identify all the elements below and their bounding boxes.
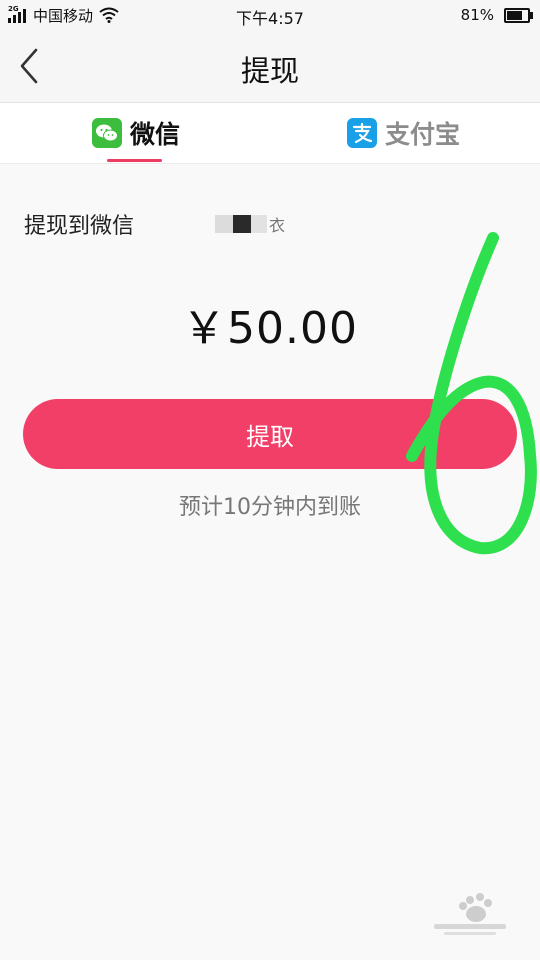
withdraw-button[interactable]: 提取: [23, 399, 517, 469]
account-tail: 衣: [269, 216, 286, 235]
status-right: 81%: [460, 4, 533, 26]
tab-wechat-label: 微信: [130, 120, 181, 149]
alipay-icon: [347, 118, 377, 148]
battery-fill: [507, 10, 522, 20]
status-bar: 2G 中国移动 下午4:57 81%: [0, 0, 540, 30]
tab-alipay[interactable]: 支付宝: [347, 103, 460, 163]
masked-account: 衣: [215, 214, 286, 235]
battery-percent: 81%: [460, 6, 494, 24]
arrival-estimate: 预计10分钟内到账: [179, 495, 361, 520]
watermark-logo: [434, 893, 506, 935]
tab-selected-indicator: [107, 159, 162, 162]
withdraw-panel: 提现到微信 衣 ￥50.00 提取 预计10分钟内到账: [0, 164, 540, 960]
payment-tabs: 微信 支付宝: [0, 103, 540, 164]
battery-icon: [504, 7, 533, 23]
tab-alipay-label: 支付宝: [385, 120, 461, 149]
wechat-icon: [92, 118, 122, 148]
page-title: 提现: [240, 54, 299, 88]
withdraw-amount: ￥50.00: [182, 303, 358, 354]
nav-bar: 提现: [0, 30, 540, 103]
tab-wechat[interactable]: 微信: [92, 103, 180, 163]
status-time: 下午4:57: [236, 9, 304, 28]
withdraw-target-label: 提现到微信: [24, 214, 135, 239]
